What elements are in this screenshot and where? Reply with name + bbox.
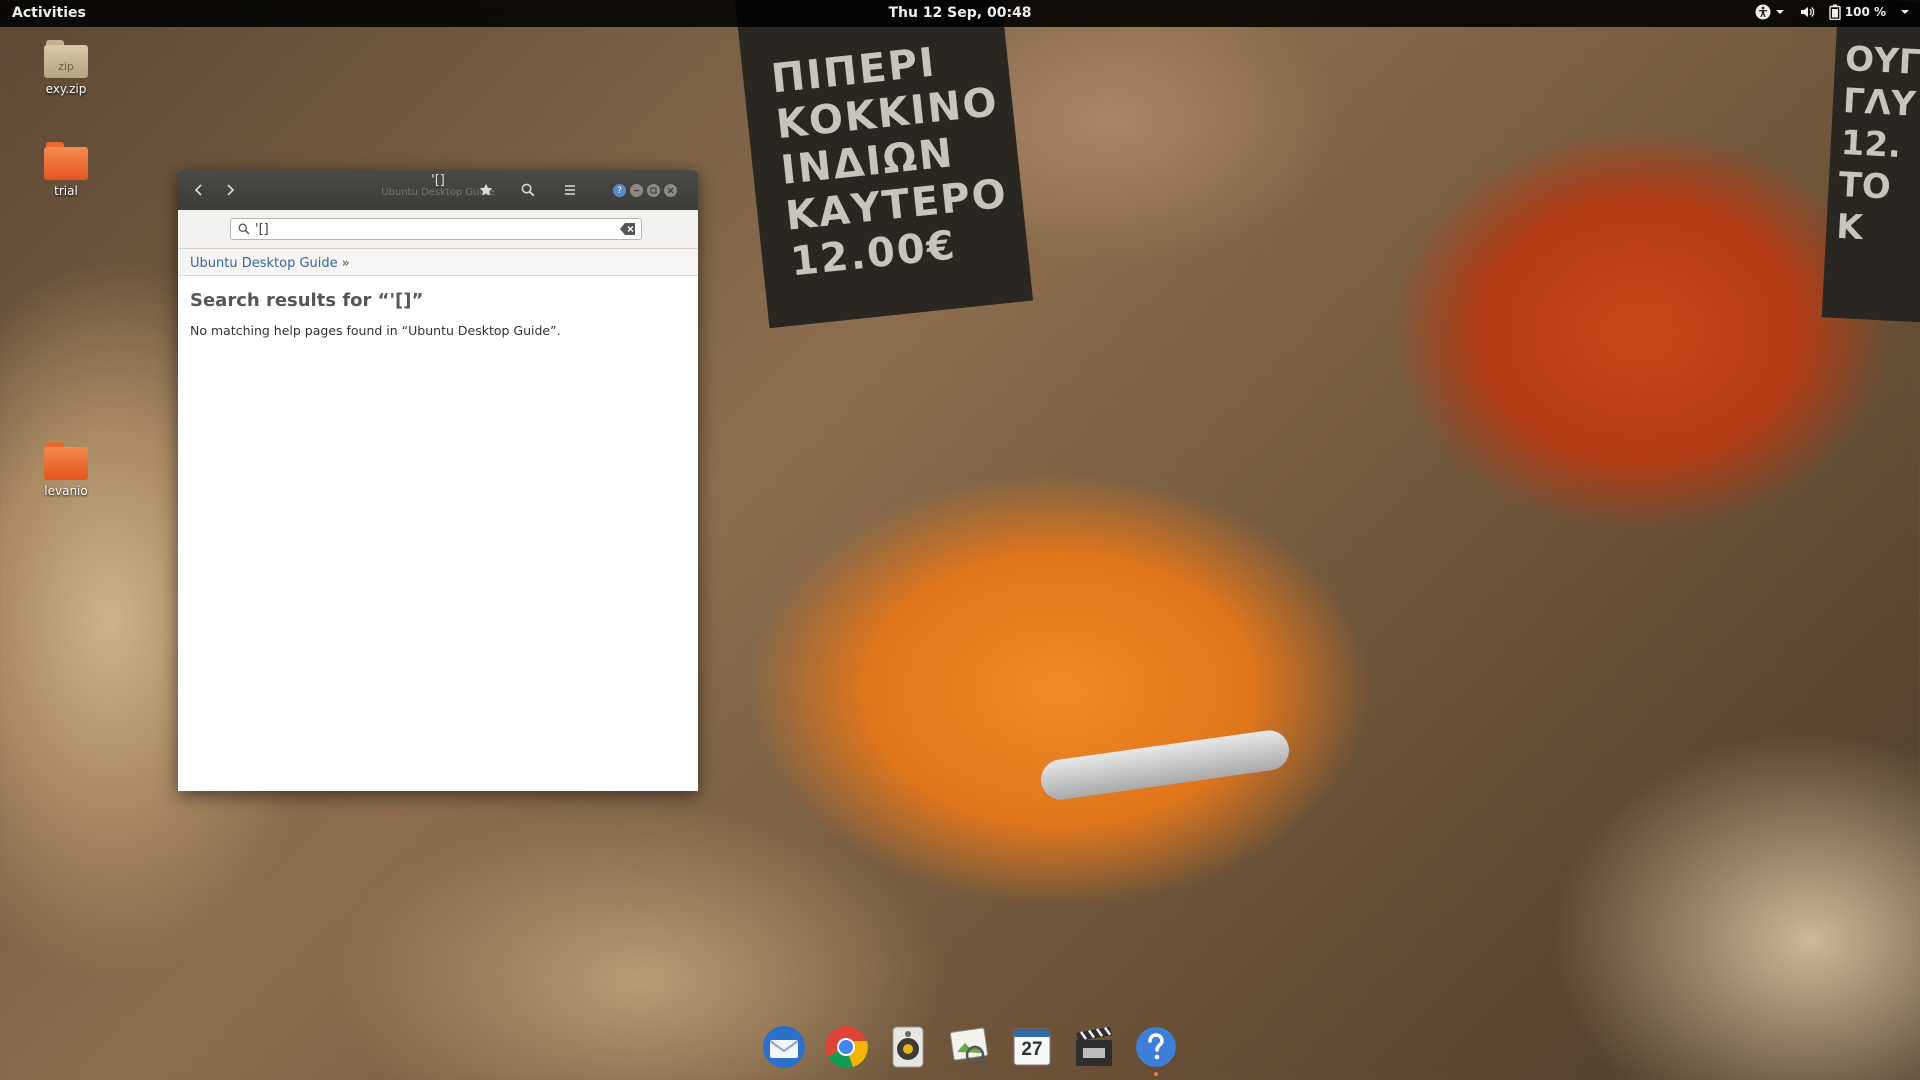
minimize-button[interactable] xyxy=(630,184,643,197)
back-button[interactable] xyxy=(187,178,211,202)
desktop-icon-label: levanio xyxy=(44,484,88,498)
desktop-icon-exy-zip[interactable]: zip exy.zip xyxy=(21,40,111,96)
top-bar: Activities Thu 12 Sep, 00:48 100 % xyxy=(0,0,1920,27)
help-icon[interactable]: ? xyxy=(613,184,626,197)
zip-archive-icon: zip xyxy=(44,40,88,78)
calendar-day: 27 xyxy=(1021,1039,1043,1060)
page-content: Search results for “'[]” No matching hel… xyxy=(178,276,698,352)
page-title: Search results for “'[]” xyxy=(190,290,424,311)
battery-percentage: 100 % xyxy=(1844,5,1886,19)
accessibility-icon xyxy=(1755,4,1771,20)
dock-item-videos[interactable] xyxy=(1070,1023,1118,1071)
help-icon xyxy=(1136,1027,1176,1067)
search-input-value: '[] xyxy=(255,222,269,237)
desktop-icon-trial[interactable]: trial xyxy=(21,142,111,198)
battery-icon xyxy=(1829,4,1841,20)
dock-item-chrome[interactable] xyxy=(822,1023,870,1071)
chevron-down-icon xyxy=(1775,10,1784,14)
running-indicator xyxy=(1154,1072,1158,1076)
desktop-icon-levanio[interactable]: levanio xyxy=(21,442,111,498)
close-button[interactable] xyxy=(664,184,677,197)
dock-item-image-viewer[interactable] xyxy=(946,1023,994,1071)
forward-button[interactable] xyxy=(218,178,242,202)
breadcrumb: Ubuntu Desktop Guide » xyxy=(178,249,698,276)
speaker-music-icon xyxy=(892,1026,924,1068)
volume-icon xyxy=(1800,7,1814,17)
search-icon xyxy=(521,183,535,197)
clock[interactable]: Thu 12 Sep, 00:48 xyxy=(888,5,1031,21)
battery-indicator[interactable]: 100 % xyxy=(1829,4,1886,20)
wallpaper-sign-right: ΟΥΓΓ ΓΛΥ 12. ΤΟ Κ xyxy=(1821,0,1920,323)
desktop-icon-label: trial xyxy=(54,184,78,198)
system-status-area[interactable]: 100 % xyxy=(1755,4,1910,20)
search-toggle-button[interactable] xyxy=(516,178,540,202)
wallpaper-sign: ΠΙΠΕΡΙ ΚΟΚΚΙΝΟ ΙΝΔΙΩΝ ΚΑΥΤΕΡΟ 12.00€ xyxy=(735,0,1034,329)
minimize-icon xyxy=(634,189,639,192)
hamburger-menu-icon xyxy=(565,185,575,195)
accessibility-menu[interactable] xyxy=(1755,4,1785,20)
chevron-left-icon xyxy=(194,184,202,196)
chevron-right-icon xyxy=(227,184,235,196)
clapperboard-icon xyxy=(1076,1026,1112,1066)
header-bar: '[] Ubuntu Desktop Guide ? xyxy=(178,170,698,210)
clear-search-icon[interactable] xyxy=(620,223,636,235)
menu-button[interactable] xyxy=(558,178,582,202)
dock-item-thunderbird[interactable] xyxy=(760,1023,808,1071)
dock-item-rhythmbox[interactable] xyxy=(884,1023,932,1071)
help-window: '[] Ubuntu Desktop Guide ? '[] Ubuntu De… xyxy=(178,170,698,791)
dock: 27 xyxy=(750,1018,1190,1076)
thunderbird-icon xyxy=(763,1026,805,1068)
dock-item-help[interactable] xyxy=(1132,1023,1180,1076)
chrome-icon xyxy=(825,1026,868,1069)
maximize-button[interactable] xyxy=(647,184,660,197)
bookmark-button[interactable] xyxy=(474,178,498,202)
search-bar: '[] xyxy=(178,210,698,249)
folder-icon xyxy=(44,442,88,480)
search-icon xyxy=(238,223,250,235)
close-icon xyxy=(667,187,674,194)
volume-indicator[interactable] xyxy=(1799,4,1815,20)
image-viewer-icon xyxy=(949,1027,990,1070)
folder-icon xyxy=(44,142,88,180)
breadcrumb-link[interactable]: Ubuntu Desktop Guide xyxy=(190,256,338,271)
search-input[interactable]: '[] xyxy=(230,218,642,240)
dock-item-calendar[interactable]: 27 xyxy=(1008,1023,1056,1071)
maximize-icon xyxy=(650,187,657,194)
breadcrumb-separator: » xyxy=(341,256,350,271)
no-results-message: No matching help pages found in “Ubuntu … xyxy=(190,323,561,338)
activities-button[interactable]: Activities xyxy=(12,5,86,21)
wallpaper-scoop xyxy=(1038,727,1292,803)
desktop-icon-label: exy.zip xyxy=(45,82,87,96)
star-icon xyxy=(479,183,493,196)
system-menu-chevron-icon[interactable] xyxy=(1900,7,1910,17)
